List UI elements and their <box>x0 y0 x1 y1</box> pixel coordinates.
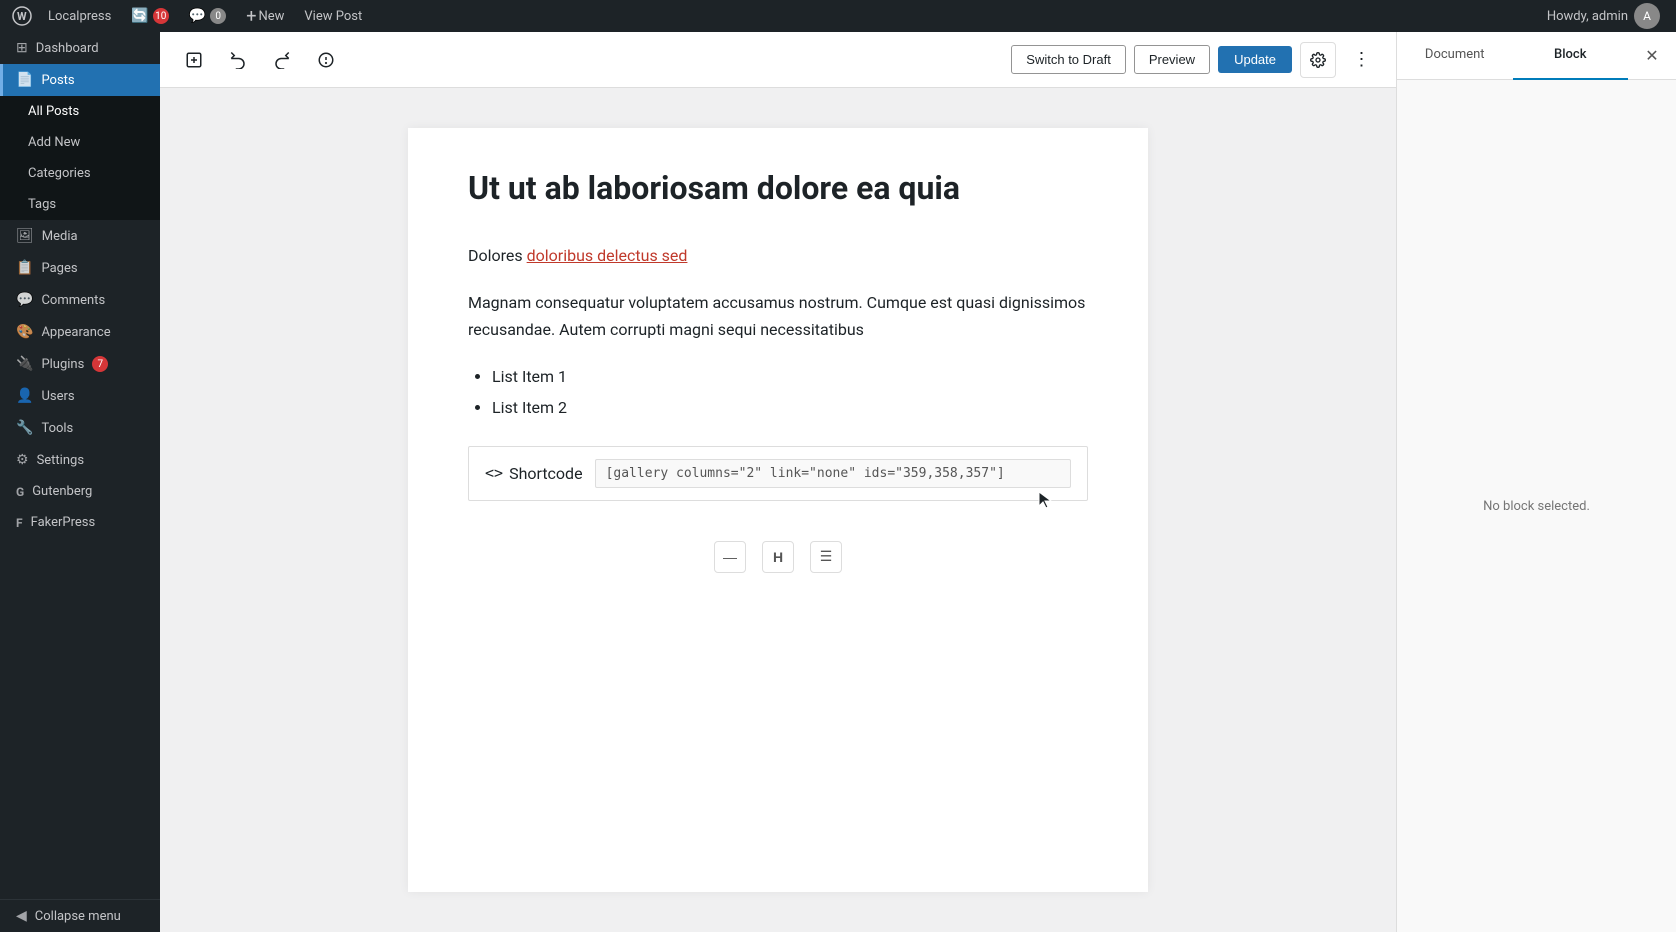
comments-badge: 0 <box>210 8 226 24</box>
adminbar-howdy: Howdy, admin A <box>1539 3 1668 29</box>
main-layout: ⊞ Dashboard 📄 Posts All Posts Add New Ca… <box>0 32 1676 932</box>
sidebar: ⊞ Dashboard 📄 Posts All Posts Add New Ca… <box>0 32 160 932</box>
plugins-badge: 7 <box>92 356 108 372</box>
plugins-icon: 🔌 <box>16 356 33 372</box>
details-button[interactable] <box>308 42 344 78</box>
posts-submenu: All Posts Add New Categories Tags <box>0 96 160 220</box>
sidebar-item-collapse[interactable]: ◀ Collapse menu <box>0 900 160 932</box>
adminbar-view-post[interactable]: View Post <box>296 0 370 32</box>
settings-icon: ⚙ <box>16 452 29 468</box>
pages-icon: 📋 <box>16 260 33 276</box>
wp-logo[interactable]: W <box>8 0 36 32</box>
users-icon: 👤 <box>16 388 33 404</box>
right-panel: Document Block ✕ No block selected. <box>1396 32 1676 932</box>
inserter-list-btn[interactable]: ☰ <box>810 541 842 573</box>
close-panel-button[interactable]: ✕ <box>1628 32 1676 80</box>
updates-badge: 10 <box>153 8 169 24</box>
settings-button[interactable] <box>1300 42 1336 78</box>
sidebar-item-gutenberg[interactable]: G Gutenberg <box>0 476 160 507</box>
media-icon: 🖼 <box>16 228 34 244</box>
editor-area: Switch to Draft Preview Update ⋮ <box>160 32 1396 932</box>
editor-inner[interactable]: Ut ut ab laboriosam dolore ea quia Dolor… <box>408 128 1148 892</box>
list-item-2[interactable]: List Item 2 <box>492 394 1088 421</box>
shortcode-block[interactable]: <> Shortcode <box>468 446 1088 501</box>
sidebar-item-fakerpress[interactable]: F FakerPress <box>0 507 160 538</box>
sidebar-item-plugins[interactable]: 🔌 Plugins 7 <box>0 348 160 380</box>
switch-to-draft-button[interactable]: Switch to Draft <box>1011 45 1126 74</box>
tab-block[interactable]: Block <box>1513 32 1629 80</box>
user-avatar[interactable]: A <box>1634 3 1660 29</box>
sidebar-item-dashboard[interactable]: ⊞ Dashboard <box>0 32 160 64</box>
right-panel-header: Document Block ✕ <box>1397 32 1676 80</box>
posts-icon: 📄 <box>16 72 33 88</box>
inserter-line-btn[interactable]: — <box>714 541 746 573</box>
adminbar-site-name[interactable]: Localpress <box>40 0 119 32</box>
shortcode-icon: <> Shortcode <box>485 464 583 483</box>
gutenberg-icon: G <box>16 485 24 499</box>
tab-document[interactable]: Document <box>1397 32 1513 80</box>
no-block-message: No block selected. <box>1483 499 1590 514</box>
sidebar-item-posts[interactable]: 📄 Posts <box>0 64 160 96</box>
add-block-button[interactable] <box>176 42 212 78</box>
paragraph-2[interactable]: Magnam consequatur voluptatem accusamus … <box>468 289 1088 343</box>
sidebar-item-all-posts[interactable]: All Posts <box>0 96 160 127</box>
editor-content: Ut ut ab laboriosam dolore ea quia Dolor… <box>160 88 1396 932</box>
sidebar-item-pages[interactable]: 📋 Pages <box>0 252 160 284</box>
update-button[interactable]: Update <box>1218 46 1292 73</box>
tools-icon: 🔧 <box>16 420 33 436</box>
sidebar-item-comments[interactable]: 💬 Comments <box>0 284 160 316</box>
sidebar-item-add-new[interactable]: Add New <box>0 127 160 158</box>
sidebar-item-tools[interactable]: 🔧 Tools <box>0 412 160 444</box>
comments-icon: 💬 <box>16 292 33 308</box>
post-list: List Item 1 List Item 2 <box>492 363 1088 421</box>
paragraph-1[interactable]: Dolores doloribus delectus sed <box>468 242 1088 269</box>
sidebar-item-categories[interactable]: Categories <box>0 158 160 189</box>
sidebar-item-settings[interactable]: ⚙ Settings <box>0 444 160 476</box>
editor-toolbar: Switch to Draft Preview Update ⋮ <box>160 32 1396 88</box>
inserter-toolbar: — H ☰ <box>468 525 1088 589</box>
appearance-icon: 🎨 <box>16 324 33 340</box>
post-title[interactable]: Ut ut ab laboriosam dolore ea quia <box>468 168 1088 210</box>
dashboard-icon: ⊞ <box>16 40 28 56</box>
inserter-heading-btn[interactable]: H <box>762 541 794 573</box>
undo-button[interactable] <box>220 42 256 78</box>
sidebar-item-users[interactable]: 👤 Users <box>0 380 160 412</box>
redo-button[interactable] <box>264 42 300 78</box>
admin-bar: W Localpress 🔄 10 💬 0 + New View Post Ho… <box>0 0 1676 32</box>
preview-button[interactable]: Preview <box>1134 45 1210 74</box>
adminbar-updates[interactable]: 🔄 10 <box>123 0 176 32</box>
sidebar-item-media[interactable]: 🖼 Media <box>0 220 160 252</box>
adminbar-comments[interactable]: 💬 0 <box>181 0 234 32</box>
adminbar-new[interactable]: + New <box>238 0 292 32</box>
shortcode-input[interactable] <box>595 459 1071 488</box>
paragraph-1-link[interactable]: doloribus delectus sed <box>527 246 688 265</box>
list-item-1[interactable]: List Item 1 <box>492 363 1088 390</box>
svg-text:W: W <box>17 10 27 23</box>
sidebar-item-appearance[interactable]: 🎨 Appearance <box>0 316 160 348</box>
more-options-button[interactable]: ⋮ <box>1344 42 1380 78</box>
toolbar-right: Switch to Draft Preview Update ⋮ <box>1011 42 1380 78</box>
sidebar-item-tags[interactable]: Tags <box>0 189 160 220</box>
right-panel-content: No block selected. <box>1397 80 1676 932</box>
collapse-icon: ◀ <box>16 908 27 924</box>
fakerpress-icon: F <box>16 516 23 530</box>
